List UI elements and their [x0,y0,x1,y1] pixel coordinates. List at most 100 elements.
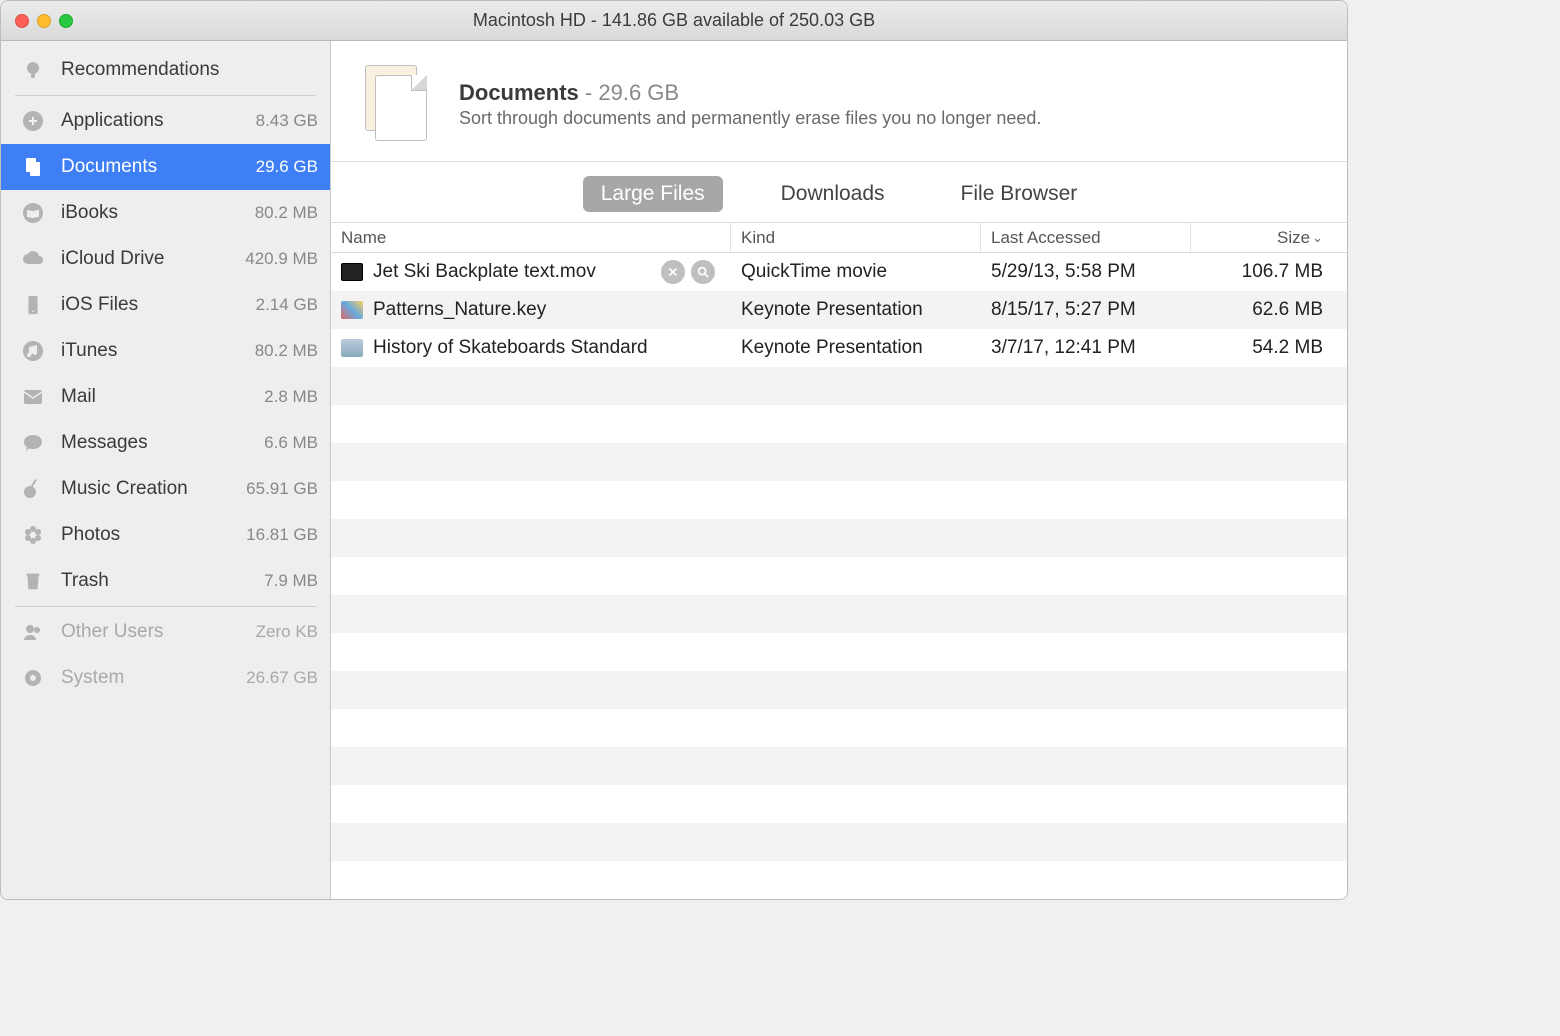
sidebar-item-label: iOS Files [61,294,138,316]
sidebar-item-size: 420.9 MB [245,249,318,269]
file-size: 62.6 MB [1191,299,1347,321]
zoom-window-button[interactable] [59,14,73,28]
category-size: 29.6 GB [598,80,679,105]
mail-icon [17,381,49,413]
sidebar-item-size: Zero KB [256,622,318,642]
sidebar-item-music-creation[interactable]: Music Creation 65.91 GB [1,466,330,512]
table-row-empty [331,557,1347,595]
column-header-last-accessed[interactable]: Last Accessed [981,223,1191,252]
sidebar-item-size: 8.43 GB [256,111,318,131]
close-window-button[interactable] [15,14,29,28]
lightbulb-icon [17,54,49,86]
file-size: 54.2 MB [1191,337,1347,359]
category-header: Documents - 29.6 GB Sort through documen… [331,41,1347,162]
table-row-empty [331,861,1347,899]
table-row-empty [331,671,1347,709]
sidebar-item-documents[interactable]: Documents 29.6 GB [1,144,330,190]
sidebar-item-size: 65.91 GB [246,479,318,499]
column-header-name[interactable]: Name [331,223,731,252]
sidebar-item-system[interactable]: System 26.67 GB [1,655,330,701]
sidebar-item-icloud-drive[interactable]: iCloud Drive 420.9 MB [1,236,330,282]
sidebar-item-ibooks[interactable]: iBooks 80.2 MB [1,190,330,236]
sidebar-item-messages[interactable]: Messages 6.6 MB [1,420,330,466]
sidebar: Recommendations Applications 8.43 GB Doc… [1,41,331,899]
tab-downloads[interactable]: Downloads [763,176,903,212]
reveal-file-button[interactable] [691,260,715,284]
sidebar-item-label: iCloud Drive [61,248,164,270]
column-header-kind[interactable]: Kind [731,223,981,252]
table-header: Name Kind Last Accessed Size ⌄ [331,223,1347,253]
column-header-size[interactable]: Size ⌄ [1191,223,1347,252]
table-row[interactable]: Patterns_Nature.key Keynote Presentation… [331,291,1347,329]
main-panel: Documents - 29.6 GB Sort through documen… [331,41,1347,899]
sidebar-item-size: 26.67 GB [246,668,318,688]
sidebar-item-size: 80.2 MB [255,341,318,361]
sidebar-item-recommendations[interactable]: Recommendations [1,47,330,93]
sidebar-divider [15,606,316,607]
table-row[interactable]: History of Skateboards Standard Keynote … [331,329,1347,367]
chevron-down-icon: ⌄ [1312,230,1323,246]
storage-management-window: Macintosh HD - 141.86 GB available of 25… [0,0,1348,900]
users-icon [17,616,49,648]
table-body[interactable]: Jet Ski Backplate text.mov QuickTime mo [331,253,1347,899]
tab-large-files[interactable]: Large Files [583,176,723,212]
sidebar-item-label: iTunes [61,340,117,362]
sidebar-item-size: 7.9 MB [264,571,318,591]
sidebar-item-label: System [61,667,124,689]
file-last-accessed: 3/7/17, 12:41 PM [981,337,1191,359]
sidebar-item-size: 29.6 GB [256,157,318,177]
category-subtitle: Sort through documents and permanently e… [459,108,1041,129]
keynote-file-icon [341,339,363,357]
sidebar-item-label: Photos [61,524,120,546]
table-row-empty [331,785,1347,823]
sidebar-item-label: Documents [61,156,157,178]
movie-file-icon [341,263,363,281]
sidebar-item-size: 2.14 GB [256,295,318,315]
table-row[interactable]: Jet Ski Backplate text.mov QuickTime mo [331,253,1347,291]
tab-file-browser[interactable]: File Browser [943,176,1096,212]
tab-bar: Large Files Downloads File Browser [331,162,1347,223]
guitar-icon [17,473,49,505]
file-size: 106.7 MB [1191,261,1347,283]
sidebar-item-mail[interactable]: Mail 2.8 MB [1,374,330,420]
messages-icon [17,427,49,459]
sidebar-item-photos[interactable]: Photos 16.81 GB [1,512,330,558]
sidebar-item-label: Applications [61,110,163,132]
itunes-icon [17,335,49,367]
table-row-empty [331,747,1347,785]
column-header-size-label: Size [1277,228,1310,248]
ibooks-icon [17,197,49,229]
trash-icon [17,565,49,597]
window-title: Macintosh HD - 141.86 GB available of 25… [1,10,1347,31]
file-last-accessed: 8/15/17, 5:27 PM [981,299,1191,321]
icloud-icon [17,243,49,275]
file-kind: Keynote Presentation [731,299,981,321]
sidebar-item-size: 16.81 GB [246,525,318,545]
sidebar-divider [15,95,316,96]
sidebar-item-itunes[interactable]: iTunes 80.2 MB [1,328,330,374]
window-body: Recommendations Applications 8.43 GB Doc… [1,41,1347,899]
table-row-empty [331,633,1347,671]
sidebar-item-trash[interactable]: Trash 7.9 MB [1,558,330,604]
sidebar-item-label: iBooks [61,202,118,224]
sidebar-item-label: Messages [61,432,148,454]
table-row-empty [331,481,1347,519]
iphone-icon [17,289,49,321]
delete-file-button[interactable] [661,260,685,284]
sidebar-item-label: Mail [61,386,96,408]
documents-icon [17,151,49,183]
table-row-empty [331,367,1347,405]
sidebar-item-size: 80.2 MB [255,203,318,223]
table-row-empty [331,595,1347,633]
sidebar-item-ios-files[interactable]: iOS Files 2.14 GB [1,282,330,328]
file-name: Patterns_Nature.key [373,299,546,321]
keynote-file-icon [341,301,363,319]
minimize-window-button[interactable] [37,14,51,28]
window-controls [15,14,73,28]
sidebar-item-other-users[interactable]: Other Users Zero KB [1,609,330,655]
gear-icon [17,662,49,694]
sidebar-item-applications[interactable]: Applications 8.43 GB [1,98,330,144]
table-row-empty [331,405,1347,443]
applications-icon [17,105,49,137]
table-row-empty [331,709,1347,747]
